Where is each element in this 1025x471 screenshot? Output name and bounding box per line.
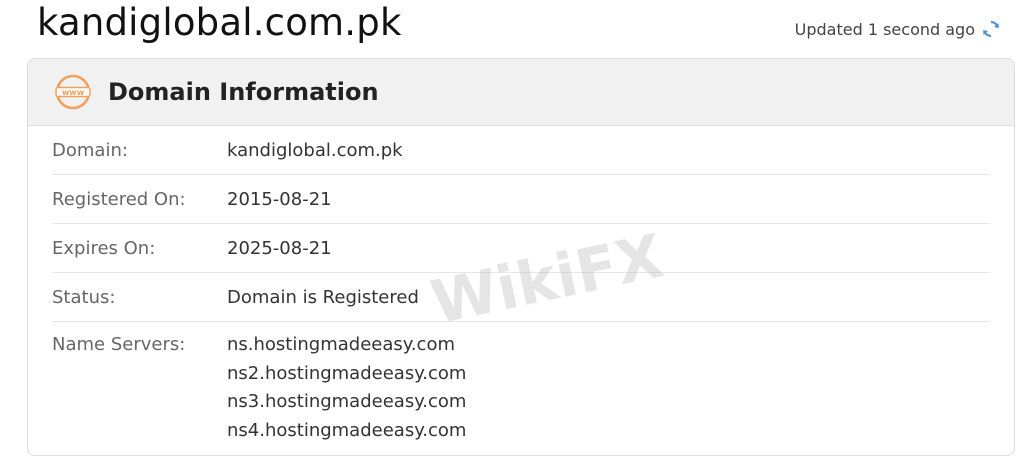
card-title: Domain Information — [108, 78, 379, 106]
name-server-item: ns.hostingmadeeasy.com — [227, 334, 455, 355]
updated-status: Updated 1 second ago — [795, 19, 1001, 39]
row-label: Status: — [52, 286, 116, 308]
row-name-servers: Name Servers: ns.hostingmadeeasy.com ns2… — [52, 322, 990, 445]
page-title: kandiglobal.com.pk — [37, 1, 402, 44]
row-label: Name Servers: — [52, 334, 186, 355]
row-value: 2015-08-21 — [227, 188, 332, 210]
row-value: Domain is Registered — [227, 286, 419, 308]
www-icon: www — [55, 74, 91, 110]
name-server-list: ns.hostingmadeeasy.com ns2.hostingmadeea… — [227, 331, 466, 445]
row-label: Domain: — [52, 139, 128, 161]
name-server-item: ns2.hostingmadeeasy.com — [227, 362, 467, 384]
row-domain: Domain: kandiglobal.com.pk — [52, 126, 990, 175]
name-server-item: ns3.hostingmadeeasy.com — [227, 391, 467, 412]
svg-text:www: www — [62, 88, 85, 97]
name-server-item: ns4.hostingmadeeasy.com — [227, 419, 467, 441]
info-rows: Domain: kandiglobal.com.pk Registered On… — [28, 126, 1014, 445]
row-label: Registered On: — [52, 188, 186, 210]
domain-info-card: www Domain Information Domain: kandiglob… — [27, 58, 1015, 456]
card-header: www Domain Information — [28, 59, 1014, 126]
row-label: Expires On: — [52, 237, 156, 259]
row-expires-on: Expires On: 2025-08-21 — [52, 224, 990, 273]
row-value: kandiglobal.com.pk — [227, 139, 403, 161]
row-registered-on: Registered On: 2015-08-21 — [52, 175, 990, 224]
row-value: 2025-08-21 — [227, 237, 332, 259]
refresh-icon[interactable] — [981, 19, 1001, 39]
updated-text: Updated 1 second ago — [794, 19, 975, 39]
row-status: Status: Domain is Registered — [52, 273, 990, 322]
